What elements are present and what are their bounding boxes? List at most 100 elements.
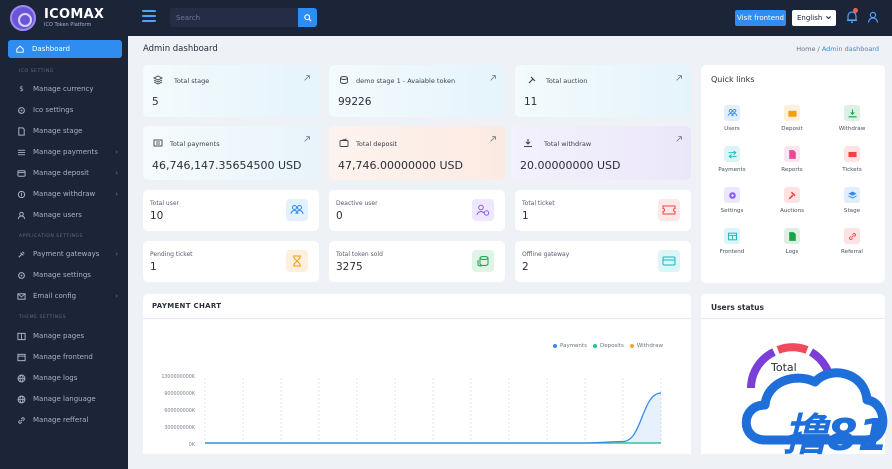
quick-links-title: Quick links	[711, 75, 755, 84]
quick-link-logs[interactable]: Logs	[767, 228, 817, 260]
quick-link-label: Users	[724, 126, 740, 132]
quick-link-tickets[interactable]: Tickets	[827, 146, 877, 178]
plug-icon	[18, 250, 25, 258]
quick-link-stage[interactable]: Stage	[827, 187, 877, 219]
pages-icon	[17, 332, 26, 340]
y-tick-label: 0K	[188, 443, 195, 448]
stat-total-token-sold[interactable]: Total token sold 3275	[329, 241, 505, 282]
sidebar-item-manage-currency[interactable]: $ Manage currency	[17, 82, 122, 96]
card-total-deposit[interactable]: Total deposit 47,746.00000000 USD	[329, 126, 505, 180]
card-title: Total stage	[174, 77, 210, 85]
card-value: 46,746,147.35654500 USD	[152, 159, 302, 172]
y-tick-label: 600000000K	[164, 409, 195, 414]
user-icon[interactable]	[866, 10, 880, 24]
sidebar-item-label: Ico settings	[33, 106, 74, 114]
sidebar-item-manage-settings[interactable]: Manage settings	[17, 268, 122, 282]
legend-swatch	[629, 344, 634, 348]
bank-icon	[17, 190, 26, 198]
quick-link-label: Tickets	[842, 167, 862, 173]
stat-pending-ticket[interactable]: Pending ticket 1	[143, 241, 319, 282]
stat-deactive-user[interactable]: Deactive user 0	[329, 190, 505, 231]
divider	[701, 318, 885, 319]
sidebar-item-label: Payment gateways	[33, 250, 100, 258]
sidebar: Dashboard ICO SETTING $ Manage currency …	[0, 36, 128, 469]
legend-swatch	[592, 344, 597, 348]
card-total-auction[interactable]: Total auction 11	[515, 65, 691, 117]
brand[interactable]: ICOMAX ICO Token Platform	[0, 0, 128, 36]
breadcrumb-current: Admin dashboard	[821, 45, 879, 53]
quick-link-reports[interactable]: Reports	[767, 146, 817, 178]
watermark-logo: 撸81	[741, 368, 888, 461]
quick-link-frontend[interactable]: Frontend	[707, 228, 757, 260]
sidebar-item-label: Manage currency	[33, 85, 94, 93]
sidebar-item-payment-gateways[interactable]: Payment gateways ›	[17, 247, 122, 261]
card-title: Total deposit	[356, 140, 398, 148]
sidebar-item-manage-users[interactable]: Manage users	[17, 208, 122, 222]
top-bar: ICOMAX ICO Token Platform Visit frontend…	[0, 0, 892, 36]
quick-link-auctions[interactable]: Auctions	[767, 187, 817, 219]
quick-link-withdraw[interactable]: Withdraw	[827, 105, 877, 137]
sidebar-section-application-settings: APPLICATION SETTINGS	[19, 234, 83, 239]
chevron-right-icon: ›	[115, 169, 118, 177]
quick-links-panel: Quick links Users Deposit Withdraw Payments…	[701, 65, 885, 283]
menu-toggle-icon[interactable]	[142, 10, 156, 24]
ticket-icon	[658, 199, 680, 221]
window-icon	[724, 228, 740, 244]
card-total-withdraw[interactable]: Total withdraw 20.00000000 USD	[511, 126, 691, 180]
sidebar-item-ico-settings[interactable]: Ico settings	[17, 103, 122, 117]
card-available-token[interactable]: demo stage 1 - Avaiable token 99226	[329, 65, 505, 117]
card-total-stage[interactable]: Total stage 5	[143, 65, 319, 117]
sidebar-item-manage-withdraw[interactable]: Manage withdraw ›	[17, 187, 122, 201]
users-icon	[286, 199, 308, 221]
watermark-text: 撸81	[783, 410, 888, 461]
sidebar-item-manage-refferal[interactable]: Manage refferal	[17, 413, 122, 427]
stat-total-user[interactable]: Total user 10	[143, 190, 319, 231]
sidebar-item-dashboard[interactable]: Dashboard	[8, 40, 122, 58]
card-value: 5	[152, 96, 159, 108]
visit-frontend-button[interactable]: Visit frontend	[735, 10, 786, 26]
payment-chart	[204, 378, 662, 444]
stat-label: Pending ticket	[150, 251, 193, 258]
quick-link-label: Withdraw	[838, 126, 866, 132]
quick-link-users[interactable]: Users	[707, 105, 757, 137]
sidebar-item-label: Manage stage	[33, 127, 83, 135]
quick-link-payments[interactable]: Payments	[707, 146, 757, 178]
card-total-payments[interactable]: Total payments 46,746,147.35654500 USD	[143, 126, 319, 180]
legend-item-withdraw[interactable]: Withdraw	[629, 343, 663, 349]
list-icon	[17, 149, 26, 155]
stat-total-ticket[interactable]: Total ticket 1	[515, 190, 691, 231]
quick-link-deposit[interactable]: Deposit	[767, 105, 817, 137]
legend-item-payments[interactable]: Payments	[553, 343, 587, 349]
quick-link-referral[interactable]: Referral	[827, 228, 877, 260]
sidebar-item-label: Email config	[33, 292, 77, 300]
sidebar-item-manage-deposit[interactable]: Manage deposit ›	[17, 166, 122, 180]
breadcrumb-home[interactable]: Home	[796, 45, 815, 53]
quick-link-settings[interactable]: Settings	[707, 187, 757, 219]
sidebar-item-manage-language[interactable]: Manage language	[17, 392, 122, 406]
sidebar-item-email-config[interactable]: Email config ›	[17, 289, 122, 303]
globe-icon	[17, 374, 26, 382]
sidebar-item-manage-logs[interactable]: Manage logs	[17, 371, 122, 385]
stat-label: Total ticket	[522, 200, 555, 207]
language-select[interactable]: English	[792, 10, 836, 26]
search-input[interactable]	[170, 8, 298, 27]
sidebar-item-manage-stage[interactable]: Manage stage	[17, 124, 122, 138]
stat-offline-gateway[interactable]: Offline gateway 2	[515, 241, 691, 282]
legend-item-deposits[interactable]: Deposits	[592, 343, 624, 349]
chevron-right-icon: ›	[115, 250, 118, 258]
sidebar-item-manage-frontend[interactable]: Manage frontend	[17, 350, 122, 364]
arrow-up-right-icon	[304, 75, 310, 81]
chevron-down-icon	[826, 16, 831, 20]
breadcrumb: Home / Admin dashboard	[796, 45, 879, 53]
card-icon	[17, 169, 26, 177]
search-button[interactable]	[298, 8, 317, 27]
sidebar-item-manage-payments[interactable]: Manage payments ›	[17, 145, 122, 159]
link-icon	[844, 228, 860, 244]
card-value: 11	[524, 96, 538, 108]
card-title: Total auction	[546, 77, 588, 85]
card-value: 20.00000000 USD	[520, 159, 621, 172]
report-icon	[784, 146, 800, 162]
sidebar-item-manage-pages[interactable]: Manage pages	[17, 329, 122, 343]
sidebar-item-label: Manage withdraw	[33, 190, 96, 198]
withdraw-icon	[524, 139, 532, 147]
